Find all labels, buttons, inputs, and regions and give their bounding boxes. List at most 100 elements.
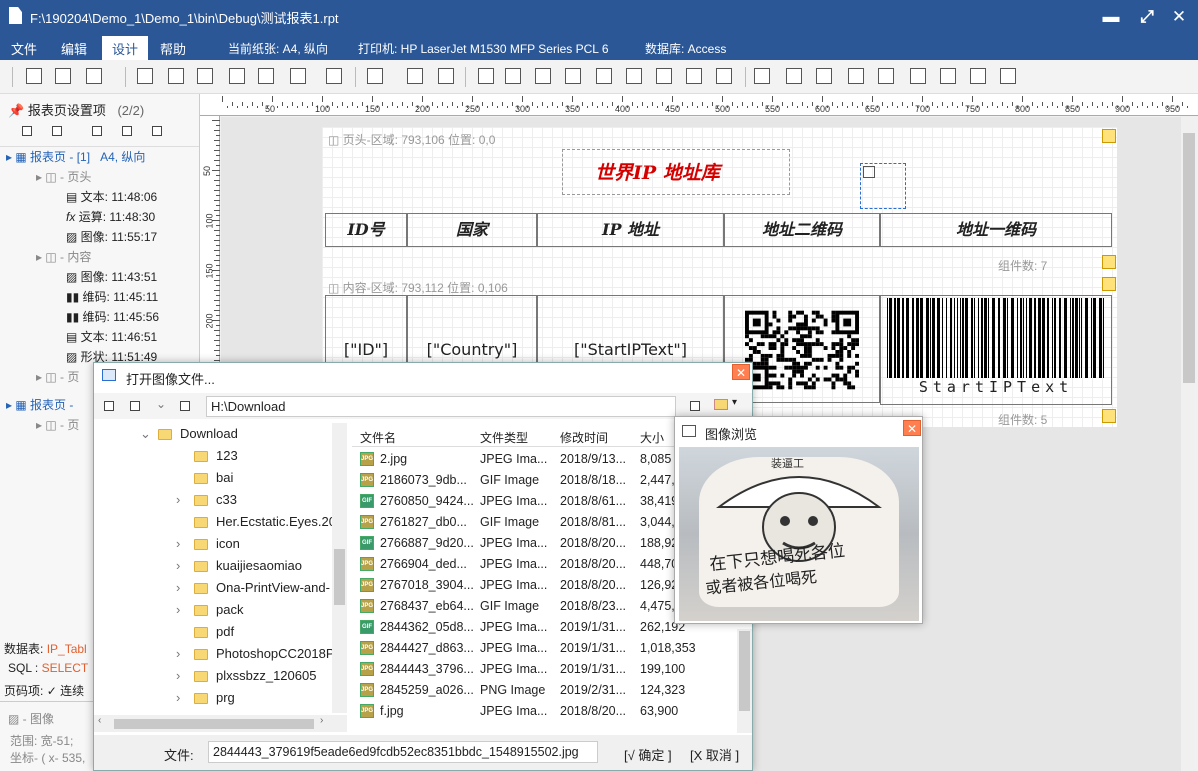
align-right-icon[interactable] bbox=[656, 68, 672, 84]
border-icon[interactable] bbox=[786, 68, 802, 84]
file-row[interactable]: JPG 2844427_d863... JPEG Ima... 2019/1/31..… bbox=[352, 638, 738, 659]
menu-design[interactable]: 设计 bbox=[102, 36, 149, 60]
vertical-scrollbar[interactable] bbox=[1181, 117, 1197, 771]
link-icon[interactable] bbox=[122, 126, 132, 136]
list-icon[interactable] bbox=[152, 126, 162, 136]
column-date[interactable]: 修改时间 bbox=[560, 429, 608, 446]
align-center-icon[interactable] bbox=[626, 68, 642, 84]
maximize-button[interactable]: ⤢ bbox=[1134, 4, 1160, 30]
align-bottom-icon[interactable] bbox=[716, 68, 732, 84]
database-status[interactable]: 数据库: Access bbox=[645, 40, 726, 57]
file-row[interactable]: JPG 2844443_3796... JPEG Ima... 2019/1/31..… bbox=[352, 659, 738, 680]
folder-item[interactable]: › prg bbox=[176, 687, 235, 709]
diagonal-icon[interactable] bbox=[970, 68, 986, 84]
path-input[interactable]: H:\Download bbox=[206, 396, 676, 417]
table-icon[interactable] bbox=[55, 68, 71, 84]
chevron-right-icon[interactable]: › bbox=[176, 665, 192, 687]
folder-tree-scrollbar[interactable] bbox=[332, 423, 347, 713]
folder-item[interactable]: › icon bbox=[176, 533, 240, 555]
align-icon[interactable] bbox=[505, 68, 521, 84]
chevron-right-icon[interactable]: › bbox=[176, 643, 192, 665]
new-folder-icon[interactable] bbox=[104, 401, 114, 411]
chevron-right-icon[interactable]: › bbox=[176, 577, 192, 599]
file-name-input[interactable]: 2844443_379619f5eade6ed9fcdb52ec8351bbdc… bbox=[208, 741, 598, 763]
cell-barcode[interactable]: StartIPText bbox=[880, 295, 1112, 405]
region-toggle-icon[interactable] bbox=[1102, 129, 1116, 143]
folder-item[interactable]: › PhotoshopCC2018P bbox=[176, 643, 334, 665]
move-icon[interactable] bbox=[92, 126, 102, 136]
menu-file[interactable]: 文件 bbox=[11, 39, 37, 58]
chevron-right-icon[interactable]: › bbox=[176, 687, 192, 709]
region-toggle-icon[interactable] bbox=[1102, 277, 1116, 291]
chevron-right-icon[interactable]: › bbox=[176, 533, 192, 555]
cancel-button[interactable]: [X 取消 ] bbox=[690, 745, 739, 764]
column-size[interactable]: 大小 bbox=[640, 429, 664, 446]
folder-item[interactable]: › plxssbzz_120605 bbox=[176, 665, 316, 687]
file-list-scrollbar[interactable] bbox=[737, 629, 752, 733]
menu-help[interactable]: 帮助 bbox=[160, 39, 186, 58]
chevron-right-icon[interactable]: › bbox=[176, 489, 192, 511]
folder-tree-hscrollbar[interactable]: ‹ › bbox=[94, 715, 347, 732]
copy-page-icon[interactable] bbox=[52, 126, 62, 136]
move-icon[interactable] bbox=[180, 401, 190, 411]
diagonal-icon[interactable] bbox=[940, 68, 956, 84]
folder-item[interactable]: ⌄ Download bbox=[140, 423, 238, 445]
folder-item[interactable]: › pack bbox=[176, 599, 243, 621]
add-page-icon[interactable] bbox=[22, 126, 32, 136]
column-header-qrcode[interactable]: 地址二维码 bbox=[724, 213, 880, 247]
tree-item[interactable]: ▨ 图像: 11:43:51 bbox=[6, 267, 196, 287]
minimize-button[interactable]: ▬ bbox=[1098, 4, 1124, 30]
chevron-down-icon[interactable]: ⌄ bbox=[156, 397, 166, 411]
border-icon[interactable] bbox=[878, 68, 894, 84]
copy-icon[interactable] bbox=[438, 68, 454, 84]
border-icon[interactable] bbox=[754, 68, 770, 84]
chevron-down-icon[interactable]: ▾ bbox=[732, 397, 737, 408]
folder-options-icon[interactable] bbox=[714, 399, 728, 410]
close-button[interactable]: ✕ bbox=[1166, 4, 1192, 30]
print-icon[interactable] bbox=[86, 68, 102, 84]
tree-node-header[interactable]: ▸ ◫ - 页头 bbox=[6, 167, 196, 187]
chart-icon[interactable] bbox=[258, 68, 274, 84]
chevron-down-icon[interactable]: ⌄ bbox=[140, 423, 156, 445]
function-icon[interactable] bbox=[326, 68, 342, 84]
menu-edit[interactable]: 编辑 bbox=[61, 39, 87, 58]
tree-item[interactable]: ▤ 文本: 11:46:51 bbox=[6, 327, 196, 347]
folder-item[interactable]: bai bbox=[176, 467, 233, 489]
folder-item[interactable]: › kuaijiesaomiao bbox=[176, 555, 302, 577]
column-header-country[interactable]: 国家 bbox=[407, 213, 537, 247]
page-setup-icon[interactable] bbox=[26, 68, 42, 84]
chevron-right-icon[interactable]: › bbox=[176, 599, 192, 621]
folder-item[interactable]: Her.Ecstatic.Eyes.20 bbox=[176, 511, 334, 533]
column-type[interactable]: 文件类型 bbox=[480, 429, 528, 446]
grid-icon[interactable] bbox=[137, 68, 153, 84]
folder-item[interactable]: › c33 bbox=[176, 489, 237, 511]
title-textbox[interactable]: 世界IP 地址库 bbox=[562, 149, 790, 195]
search-icon[interactable] bbox=[690, 401, 700, 411]
border-icon[interactable] bbox=[910, 68, 926, 84]
scroll-thumb[interactable] bbox=[739, 631, 750, 711]
tree-node-page[interactable]: ▸ ▦ 报表页 - [1] A4, 纵向 bbox=[6, 147, 196, 167]
align-icon[interactable] bbox=[535, 68, 551, 84]
chart-icon[interactable] bbox=[367, 68, 383, 84]
border-icon[interactable] bbox=[848, 68, 864, 84]
column-name[interactable]: 文件名 bbox=[360, 429, 396, 446]
line-style-icon[interactable] bbox=[1000, 68, 1016, 84]
column-header-id[interactable]: ID号 bbox=[325, 213, 407, 247]
tree-node-content[interactable]: ▸ ◫ - 内容 bbox=[6, 247, 196, 267]
align-icon[interactable] bbox=[478, 68, 494, 84]
move-icon[interactable] bbox=[407, 68, 423, 84]
tree-item[interactable]: fx 运算: 11:48:30 bbox=[6, 207, 196, 227]
folder-item[interactable]: pdf bbox=[176, 621, 234, 643]
dialog-close-button[interactable]: ✕ bbox=[732, 364, 750, 380]
border-icon[interactable] bbox=[816, 68, 832, 84]
expand-icon[interactable] bbox=[1102, 409, 1116, 423]
copy-icon[interactable] bbox=[130, 401, 140, 411]
paper-status[interactable]: 当前纸张: A4, 纵向 bbox=[228, 40, 328, 57]
scroll-thumb[interactable] bbox=[1183, 133, 1195, 383]
scroll-thumb[interactable] bbox=[334, 549, 345, 605]
pin-icon[interactable]: 📌 bbox=[8, 103, 24, 118]
file-row[interactable]: JPG f.jpg JPEG Ima... 2018/8/20... 63,900 bbox=[352, 701, 738, 722]
ok-button[interactable]: [√ 确定 ] bbox=[624, 745, 672, 764]
columns-icon[interactable] bbox=[290, 68, 306, 84]
column-header-barcode[interactable]: 地址一维码 bbox=[880, 213, 1112, 247]
